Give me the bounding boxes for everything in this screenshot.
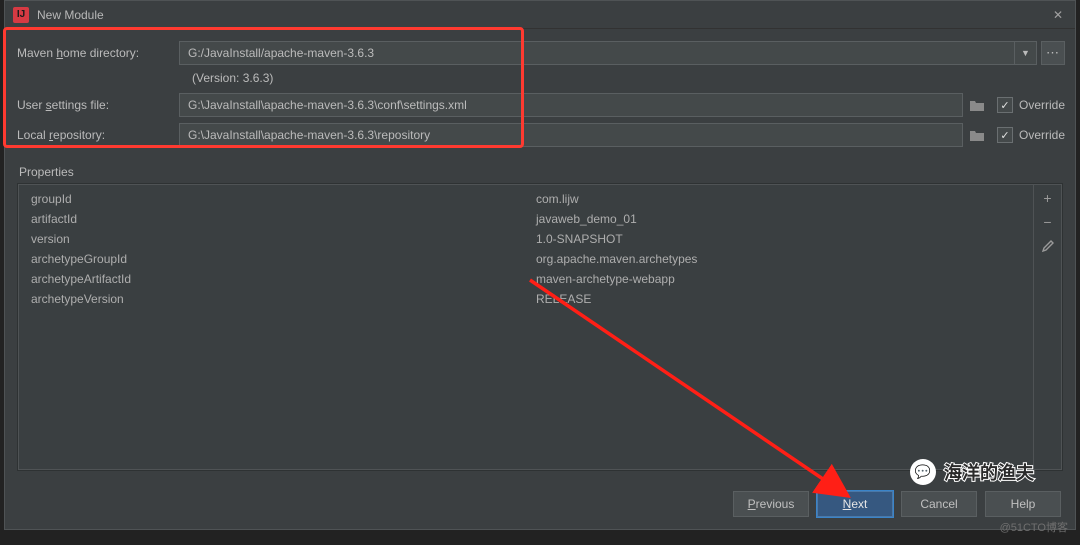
folder-icon[interactable] [965,123,989,147]
close-icon[interactable]: ✕ [1047,6,1069,24]
user-settings-input[interactable] [179,93,963,117]
user-settings-override-checkbox[interactable]: ✓ [997,97,1013,113]
table-row: archetypeGroupIdorg.apache.maven.archety… [19,249,1033,269]
properties-table[interactable]: groupIdcom.lijw artifactIdjavaweb_demo_0… [19,185,1033,469]
previous-button[interactable]: Previous [733,491,809,517]
table-row: archetypeVersionRELEASE [19,289,1033,309]
local-repo-input[interactable] [179,123,963,147]
watermark: 💬 海洋的渔夫 [910,459,1034,485]
maven-version-text: (Version: 3.6.3) [17,71,1065,85]
new-module-dialog: IJ New Module ✕ Maven home directory: ▼ … [4,0,1076,530]
help-button[interactable]: Help [985,491,1061,517]
maven-config-form: Maven home directory: ▼ ⋯ (Version: 3.6.… [5,29,1075,159]
local-repo-override-label: Override [1019,128,1065,142]
folder-icon[interactable] [965,93,989,117]
user-settings-label: User settings file: [17,98,179,112]
properties-panel: groupIdcom.lijw artifactIdjavaweb_demo_0… [17,183,1063,471]
wizard-button-bar: Previous Next Cancel Help [733,491,1061,517]
local-repo-override-checkbox[interactable]: ✓ [997,127,1013,143]
local-repo-label: Local repository: [17,128,179,142]
window-title: New Module [37,8,1047,22]
site-watermark: @51CTO博客 [1000,519,1068,535]
properties-side-toolbar: + − [1033,185,1061,469]
maven-home-input[interactable] [179,41,1015,65]
next-button[interactable]: Next [817,491,893,517]
maven-home-more-button[interactable]: ⋯ [1041,41,1065,65]
maven-home-label: Maven home directory: [17,46,179,60]
chat-bubble-icon: 💬 [910,459,936,485]
plus-icon[interactable]: + [1039,189,1057,207]
user-settings-override-label: Override [1019,98,1065,112]
app-icon: IJ [13,7,29,23]
table-row: archetypeArtifactIdmaven-archetype-webap… [19,269,1033,289]
maven-home-dropdown[interactable]: ▼ [1015,41,1037,65]
minus-icon[interactable]: − [1039,213,1057,231]
table-row: artifactIdjavaweb_demo_01 [19,209,1033,229]
titlebar: IJ New Module ✕ [5,1,1075,29]
edit-icon[interactable] [1039,237,1057,255]
table-row: version1.0-SNAPSHOT [19,229,1033,249]
properties-section-label: Properties [5,159,1075,183]
cancel-button[interactable]: Cancel [901,491,977,517]
table-row: groupIdcom.lijw [19,189,1033,209]
